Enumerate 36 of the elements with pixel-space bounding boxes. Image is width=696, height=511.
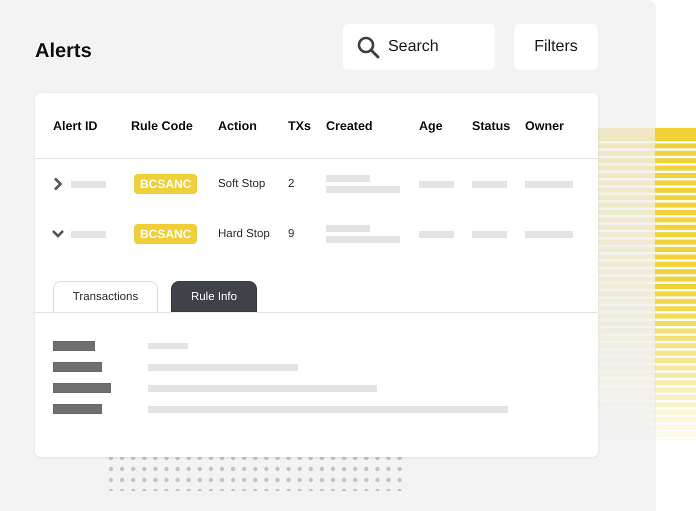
action-text: Hard Stop [218, 228, 271, 240]
rule-code-tag: BCSANC [134, 224, 198, 244]
label-placeholder-bar [53, 404, 102, 414]
label-placeholder-bar [53, 383, 111, 393]
filters-button[interactable]: Filters [514, 24, 598, 70]
tab[interactable]: Transactions [53, 281, 158, 312]
label-placeholder-bar [53, 362, 102, 372]
placeholder-bar [419, 180, 454, 188]
tab[interactable]: Rule Info [171, 281, 257, 312]
column-header: Alert ID [53, 118, 98, 132]
placeholder-bar [525, 180, 573, 188]
placeholder-bar [472, 230, 507, 238]
column-header: Owner [525, 118, 565, 132]
page-title: Alerts [35, 38, 93, 62]
placeholder-bar [71, 230, 106, 238]
tx-count: 2 [288, 178, 296, 190]
rule-code-tag: BCSANC [134, 174, 198, 194]
placeholder-bar [326, 175, 370, 182]
action-text: Soft Stop [218, 178, 266, 190]
column-header: Age [419, 118, 444, 132]
label-placeholder-bar [53, 341, 95, 351]
column-header: Rule Code [131, 118, 194, 132]
column-header: Status [472, 118, 512, 132]
placeholder-bar [525, 230, 573, 238]
placeholder-bar [419, 230, 454, 238]
column-header: TXs [288, 118, 312, 132]
search-field[interactable]: Search [343, 24, 495, 70]
search-icon [356, 35, 380, 59]
placeholder-bar [326, 225, 370, 232]
chevron-right-icon[interactable] [51, 177, 65, 191]
column-header: Action [218, 118, 258, 132]
column-header: Created [326, 118, 374, 132]
value-placeholder-bar [148, 343, 188, 349]
placeholder-bar [472, 180, 507, 188]
tx-count: 9 [288, 228, 296, 240]
placeholder-bar [71, 180, 106, 188]
